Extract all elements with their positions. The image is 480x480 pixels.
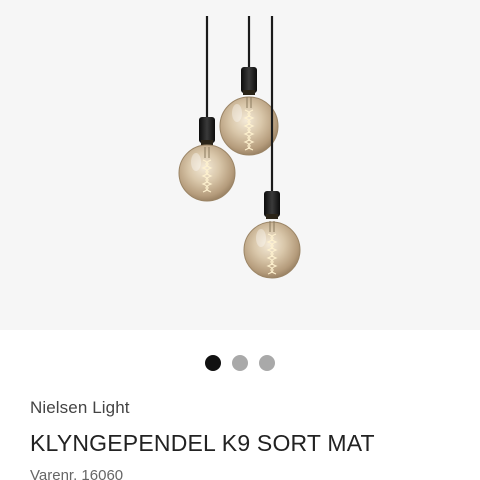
carousel-dot-1[interactable]: [205, 355, 221, 371]
product-brand[interactable]: Nielsen Light: [30, 398, 130, 418]
pendant-lamp-middle: [219, 16, 279, 156]
socket-middle: [241, 67, 257, 93]
product-page: Nielsen Light KLYNGEPENDEL K9 SORT MAT V…: [0, 0, 480, 480]
carousel-dot-3[interactable]: [259, 355, 275, 371]
socket-right: [264, 191, 280, 217]
socket-left: [199, 117, 215, 143]
pendant-lamp-illustration: [178, 16, 301, 279]
bulb-right: [243, 221, 301, 279]
product-title: KLYNGEPENDEL K9 SORT MAT: [30, 430, 375, 456]
carousel-dots: [0, 355, 480, 371]
carousel-dot-2[interactable]: [232, 355, 248, 371]
product-image[interactable]: [0, 0, 480, 330]
product-sku: Varenr. 16060: [30, 467, 124, 480]
bulb-middle: [219, 96, 279, 156]
